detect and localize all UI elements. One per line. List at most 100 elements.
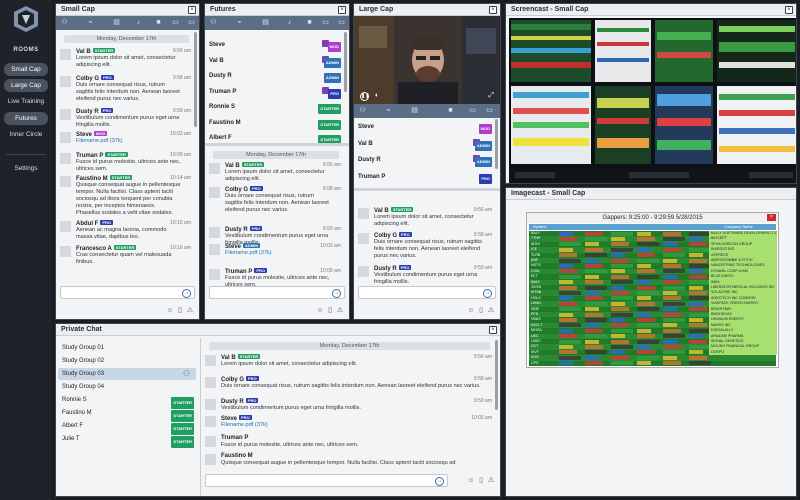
message-author[interactable]: Colby G PRO — [225, 186, 263, 193]
chat-group-item[interactable]: Faustino M STARTER — [58, 407, 196, 422]
file-icon[interactable]: ▯ — [175, 306, 185, 314]
avatar[interactable] — [205, 377, 216, 388]
nav-item-live-training[interactable]: Live Training — [4, 95, 48, 108]
attachment-icon[interactable]: ⌁ — [384, 107, 393, 115]
user-row[interactable]: Ronnie S STARTER — [209, 102, 341, 114]
file-icon[interactable]: ▯ — [325, 306, 335, 314]
message-author[interactable]: Dusty R PRO — [76, 108, 114, 115]
nav-item-inner-circle[interactable]: Inner Circle — [4, 128, 48, 141]
file-icon[interactable]: ▯ — [476, 306, 486, 314]
alert-icon[interactable]: ⚠ — [185, 306, 195, 314]
avatar[interactable] — [209, 227, 220, 238]
avatar[interactable] — [205, 355, 216, 366]
monitor-icon[interactable]: ▭ — [337, 19, 346, 27]
avatar[interactable] — [209, 163, 220, 174]
pane-divider[interactable] — [354, 188, 500, 191]
monitor-icon[interactable]: ▭ — [485, 107, 494, 115]
play-icon[interactable]: ❚❚ — [360, 92, 369, 101]
nav-item-small-cap[interactable]: Small Cap — [4, 63, 48, 76]
close-icon[interactable]: × — [767, 214, 776, 221]
user-row[interactable]: Val B ADMIN — [358, 138, 492, 151]
avatar[interactable] — [205, 416, 216, 427]
desktop-icon[interactable]: ▭ — [171, 19, 180, 27]
user-row[interactable]: Dusty R ADMIN — [209, 71, 341, 83]
emoji-icon[interactable]: ☺ — [315, 307, 325, 314]
scrollbar[interactable] — [194, 32, 197, 127]
message-author[interactable]: Faustino M — [221, 453, 253, 459]
avatar[interactable] — [60, 153, 71, 164]
close-icon[interactable]: × — [785, 6, 793, 14]
scrollbar[interactable] — [495, 119, 498, 169]
avatar[interactable] — [209, 187, 220, 198]
file-link[interactable]: Filename.pdf (37k) — [221, 422, 268, 428]
chat-group-item[interactable]: Julie T STARTER — [58, 433, 196, 448]
avatar[interactable] — [209, 269, 220, 280]
desktop-icon[interactable]: ▭ — [321, 19, 330, 27]
message-input[interactable]: → — [205, 474, 448, 487]
message-author[interactable]: Colby G PRO — [76, 75, 114, 82]
message-author[interactable]: Truman P STARTER — [76, 152, 128, 159]
avatar[interactable] — [60, 246, 71, 257]
users-icon[interactable]: ⚇ — [60, 19, 69, 27]
close-icon[interactable]: × — [338, 6, 346, 14]
table-row[interactable]: CPS — [529, 360, 776, 366]
nav-item-futures[interactable]: Futures — [4, 112, 48, 125]
message-author[interactable]: Val B STARTER — [221, 354, 261, 361]
avatar[interactable] — [205, 454, 216, 465]
file-link[interactable]: Filename.pdf (37k) — [76, 138, 123, 144]
scrollbar[interactable] — [495, 340, 498, 410]
audio-icon[interactable]: ♪ — [134, 19, 143, 27]
chat-group-item[interactable]: Study Group 01 — [58, 342, 196, 354]
users-icon[interactable]: ⚇ — [209, 19, 218, 27]
volume-icon[interactable]: ◖ — [374, 92, 378, 99]
document-icon[interactable]: ▤ — [112, 19, 121, 27]
avatar[interactable] — [60, 132, 71, 143]
message-author[interactable]: Truman P — [221, 435, 248, 441]
video-icon[interactable]: ■ — [446, 107, 455, 115]
message-author[interactable]: Val B STARTER — [374, 207, 414, 214]
user-row[interactable]: Steve MOD — [209, 40, 341, 52]
message-input[interactable]: → — [209, 286, 345, 299]
file-link[interactable]: Filename.pdf (37k) — [225, 250, 272, 256]
send-icon[interactable]: → — [483, 288, 492, 298]
message-author[interactable]: Steve PRO — [221, 415, 252, 422]
message-input[interactable]: → — [60, 286, 195, 299]
document-icon[interactable]: ▤ — [261, 19, 270, 27]
message-author[interactable]: Francesco A STARTER — [76, 245, 137, 252]
user-row[interactable]: Steve MOD — [358, 122, 492, 134]
message-author[interactable]: Steve ADMIN — [225, 243, 261, 250]
message-author[interactable]: Val B STARTER — [225, 162, 265, 169]
message-author[interactable]: Val B STARTER — [76, 48, 116, 55]
message-author[interactable]: Dusty R PRO — [225, 226, 263, 233]
chat-group-item[interactable]: Ronnie S STARTER — [58, 394, 196, 409]
close-icon[interactable]: × — [489, 326, 497, 334]
avatar[interactable] — [60, 221, 71, 232]
message-input[interactable]: → — [358, 286, 496, 299]
file-icon[interactable]: ▯ — [476, 476, 486, 484]
avatar[interactable] — [205, 399, 216, 410]
emoji-icon[interactable]: ☺ — [165, 307, 175, 314]
user-row[interactable]: Dusty R ADMIN — [358, 155, 492, 167]
pane-divider[interactable] — [205, 143, 349, 146]
avatar[interactable] — [60, 109, 71, 120]
user-row[interactable]: Albert F STARTER — [209, 133, 341, 145]
monitor-icon[interactable]: ▭ — [187, 19, 196, 27]
alert-icon[interactable]: ⚠ — [486, 306, 496, 314]
message-author[interactable]: Steve MOD — [76, 131, 108, 138]
emoji-icon[interactable]: ☺ — [466, 307, 476, 314]
send-icon[interactable]: → — [435, 476, 444, 486]
video-feed[interactable]: ❚❚ ◖ ⤢ — [354, 16, 500, 104]
audio-icon[interactable]: ♪ — [285, 19, 294, 27]
send-icon[interactable]: → — [332, 288, 341, 298]
message-author[interactable]: Dusty R PRO — [374, 265, 412, 272]
user-row[interactable]: Val B ADMIN — [209, 55, 341, 68]
scrollbar[interactable] — [344, 32, 347, 92]
alert-icon[interactable]: ⚠ — [486, 476, 496, 484]
send-icon[interactable]: → — [182, 288, 191, 298]
attachment-icon[interactable]: ⌁ — [235, 19, 244, 27]
desktop-icon[interactable]: ▭ — [468, 107, 477, 115]
video-icon[interactable]: ■ — [154, 19, 163, 27]
avatar[interactable] — [60, 76, 71, 87]
close-icon[interactable]: × — [188, 6, 196, 14]
video-icon[interactable]: ■ — [305, 19, 314, 27]
